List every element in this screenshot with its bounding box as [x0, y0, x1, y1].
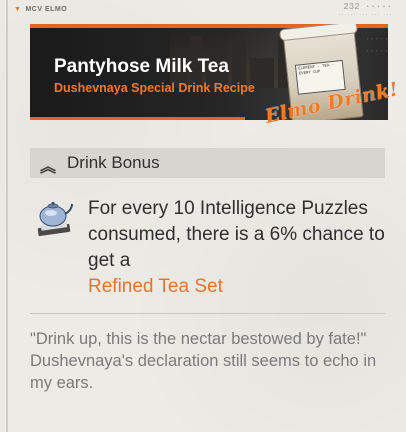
section-title: Drink Bonus	[67, 153, 160, 172]
serial-code: 232 ····· ·· ··· ··· ··· ···	[338, 2, 392, 18]
location-tag: ▼ MCV ELMO	[14, 6, 67, 13]
bonus-description: For every 10 Intelligence Puzzles consum…	[88, 196, 388, 300]
drink-subtitle: Dushevnaya Special Drink Recipe	[54, 81, 255, 95]
section-divider	[30, 313, 385, 314]
double-chevron-up-icon: ︽	[40, 159, 57, 176]
location-marker-icon: ▼	[14, 6, 22, 13]
flavor-quote: "Drink up, this is the nectar bestowed b…	[30, 330, 377, 392]
bonus-text: For every 10 Intelligence Puzzles consum…	[88, 198, 385, 271]
location-label: MCV ELMO	[25, 6, 68, 13]
serial-subcode: ·· ··· ··· ··· ···	[337, 12, 392, 18]
banner-microtext: · · · · ·	[366, 50, 388, 54]
teapot-icon	[32, 196, 76, 240]
drink-name: Pantyhose Milk Tea	[54, 56, 229, 77]
serial-number: 232 ·····	[343, 2, 392, 12]
drink-bonus-header[interactable]: ︽ Drink Bonus	[30, 148, 385, 178]
left-border	[6, 0, 8, 432]
banner-accent-stripe-bottom	[30, 117, 245, 120]
banner-microtext: · · · · ·	[366, 38, 388, 42]
reward-item-link[interactable]: Refined Tea Set	[88, 274, 388, 300]
